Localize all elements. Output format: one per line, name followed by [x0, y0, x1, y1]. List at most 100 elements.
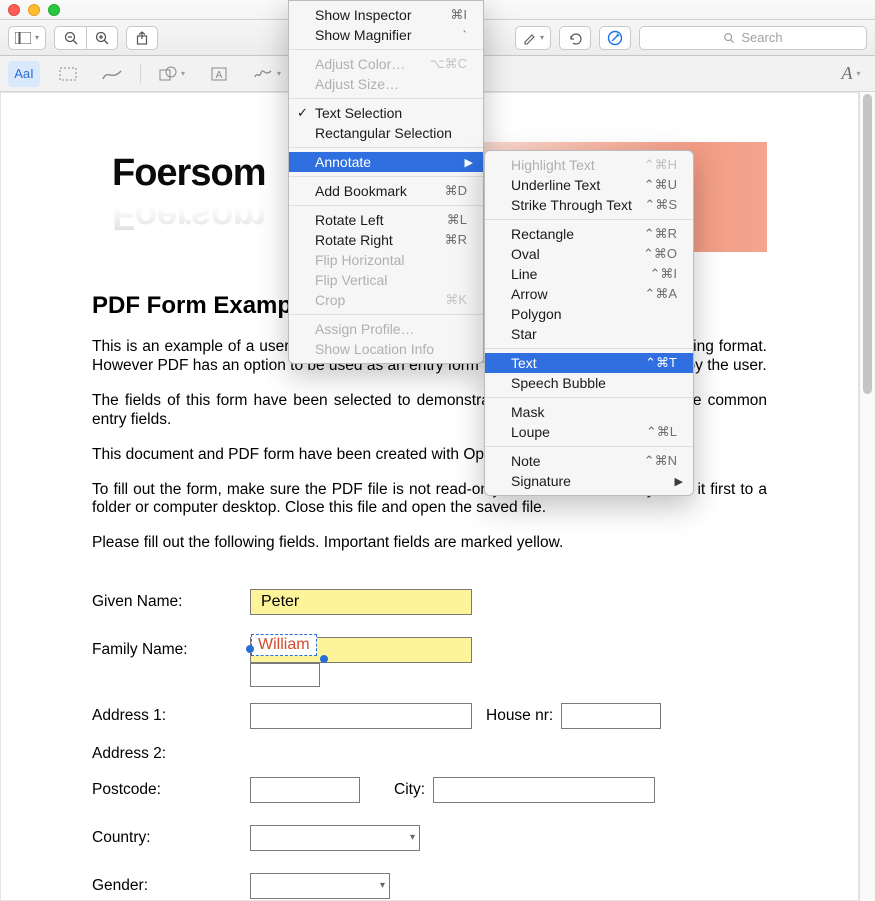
menu-label: Speech Bubble [511, 375, 606, 391]
menu-label: Star [511, 326, 537, 342]
menu-label: Flip Horizontal [315, 252, 404, 268]
menu-label: Rectangle [511, 226, 574, 242]
svg-text:A: A [216, 70, 223, 81]
address1-field[interactable] [250, 703, 472, 729]
menu-separator [289, 147, 483, 148]
menu-loupe[interactable]: Loupe ⌃⌘L [485, 422, 693, 442]
zoom-out-button[interactable] [54, 26, 86, 50]
scrollbar-thumb[interactable] [863, 94, 872, 394]
postcode-field[interactable] [250, 777, 360, 803]
menu-line[interactable]: Line ⌃⌘I [485, 264, 693, 284]
menu-arrow[interactable]: Arrow ⌃⌘A [485, 284, 693, 304]
menu-shortcut: ⌃⌘I [649, 266, 677, 282]
window-controls [8, 4, 60, 16]
city-label: City: [394, 781, 425, 799]
country-dropdown[interactable] [250, 825, 420, 851]
address1-label: Address 1: [92, 707, 242, 725]
menu-label: Show Location Info [315, 341, 434, 357]
menu-text[interactable]: Text ⌃⌘T [485, 353, 693, 373]
submenu-arrow-icon: ▶ [675, 475, 683, 488]
menu-label: Rotate Right [315, 232, 393, 248]
menu-underline-text[interactable]: Underline Text ⌃⌘U [485, 175, 693, 195]
menu-shortcut: ⌃⌘H [644, 157, 677, 173]
housenr-label: House nr: [486, 707, 553, 725]
highlight-button[interactable] [515, 26, 551, 50]
menu-label: Add Bookmark [315, 183, 407, 199]
menu-label: Note [511, 453, 541, 469]
given-name-field[interactable]: Peter [250, 589, 472, 615]
given-name-label: Given Name: [92, 593, 242, 611]
menu-crop: Crop ⌘K [289, 290, 483, 310]
window-minimize-button[interactable] [28, 4, 40, 16]
view-mode-button[interactable] [8, 26, 46, 50]
menu-show-inspector[interactable]: Show Inspector ⌘I [289, 5, 483, 25]
vertical-scrollbar[interactable] [859, 92, 875, 901]
window-close-button[interactable] [8, 4, 20, 16]
menu-oval[interactable]: Oval ⌃⌘O [485, 244, 693, 264]
menu-text-selection[interactable]: ✓ Text Selection [289, 103, 483, 123]
search-field[interactable]: Search [639, 26, 867, 50]
text-selection-tool[interactable]: AaI [8, 61, 40, 87]
menu-label: Crop [315, 292, 345, 308]
menu-shortcut: ⌘L [447, 212, 467, 228]
paragraph: Please fill out the following fields. Im… [92, 534, 767, 553]
menu-shortcut: ⌃⌘L [646, 424, 677, 440]
menu-shortcut: ` [463, 28, 467, 43]
city-field[interactable] [433, 777, 655, 803]
menu-note[interactable]: Note ⌃⌘N [485, 451, 693, 471]
menu-star[interactable]: Star [485, 324, 693, 344]
menu-rotate-left[interactable]: Rotate Left ⌘L [289, 210, 483, 230]
menu-polygon[interactable]: Polygon [485, 304, 693, 324]
menu-mask[interactable]: Mask [485, 402, 693, 422]
menu-add-bookmark[interactable]: Add Bookmark ⌘D [289, 181, 483, 201]
menu-speech-bubble[interactable]: Speech Bubble [485, 373, 693, 393]
menu-rectangle[interactable]: Rectangle ⌃⌘R [485, 224, 693, 244]
menu-label: Adjust Color… [315, 56, 405, 72]
menu-label: Rotate Left [315, 212, 384, 228]
menu-assign-profile: Assign Profile… [289, 319, 483, 339]
share-button[interactable] [126, 26, 158, 50]
menu-annotate[interactable]: Annotate ▶ [289, 152, 483, 172]
font-style-tool[interactable]: A [835, 61, 867, 87]
sign-tool[interactable] [247, 61, 287, 87]
menu-label: Arrow [511, 286, 548, 302]
tools-menu: Show Inspector ⌘I Show Magnifier ` Adjus… [288, 0, 484, 364]
menu-separator [289, 49, 483, 50]
menu-separator [485, 219, 693, 220]
text-annotation[interactable]: William [251, 634, 317, 656]
sketch-tool[interactable] [96, 61, 128, 87]
brand-logo: Foersom [112, 152, 265, 195]
menu-label: Show Inspector [315, 7, 412, 23]
menu-label: Rectangular Selection [315, 125, 452, 141]
menu-separator [485, 397, 693, 398]
menu-shortcut: ⌃⌘T [645, 355, 677, 371]
menu-label: Signature [511, 473, 571, 489]
markup-button[interactable] [599, 26, 631, 50]
shapes-tool[interactable] [153, 61, 191, 87]
menu-separator [289, 98, 483, 99]
zoom-in-button[interactable] [86, 26, 118, 50]
menu-adjust-color: Adjust Color… ⌥⌘C [289, 54, 483, 74]
menu-flip-vertical: Flip Vertical [289, 270, 483, 290]
menu-strike-text[interactable]: Strike Through Text ⌃⌘S [485, 195, 693, 215]
menu-label: Underline Text [511, 177, 600, 193]
gender-label: Gender: [92, 877, 242, 895]
rotate-button[interactable] [559, 26, 591, 50]
text-tool[interactable]: A [203, 61, 235, 87]
extra-box[interactable] [250, 663, 320, 687]
menu-shortcut: ⌥⌘C [430, 56, 467, 72]
menu-rect-selection[interactable]: Rectangular Selection [289, 123, 483, 143]
menu-label: Oval [511, 246, 540, 262]
menu-rotate-right[interactable]: Rotate Right ⌘R [289, 230, 483, 250]
window-zoom-button[interactable] [48, 4, 60, 16]
menu-signature[interactable]: Signature ▶ [485, 471, 693, 491]
gender-dropdown[interactable] [250, 873, 390, 899]
housenr-field[interactable] [561, 703, 661, 729]
menu-label: Text Selection [315, 105, 402, 121]
menu-show-magnifier[interactable]: Show Magnifier ` [289, 25, 483, 45]
menu-shortcut: ⌘R [445, 232, 467, 248]
menu-shortcut: ⌃⌘S [644, 197, 677, 213]
menu-flip-horizontal: Flip Horizontal [289, 250, 483, 270]
menu-shortcut: ⌃⌘U [644, 177, 677, 193]
rect-selection-tool[interactable] [52, 61, 84, 87]
